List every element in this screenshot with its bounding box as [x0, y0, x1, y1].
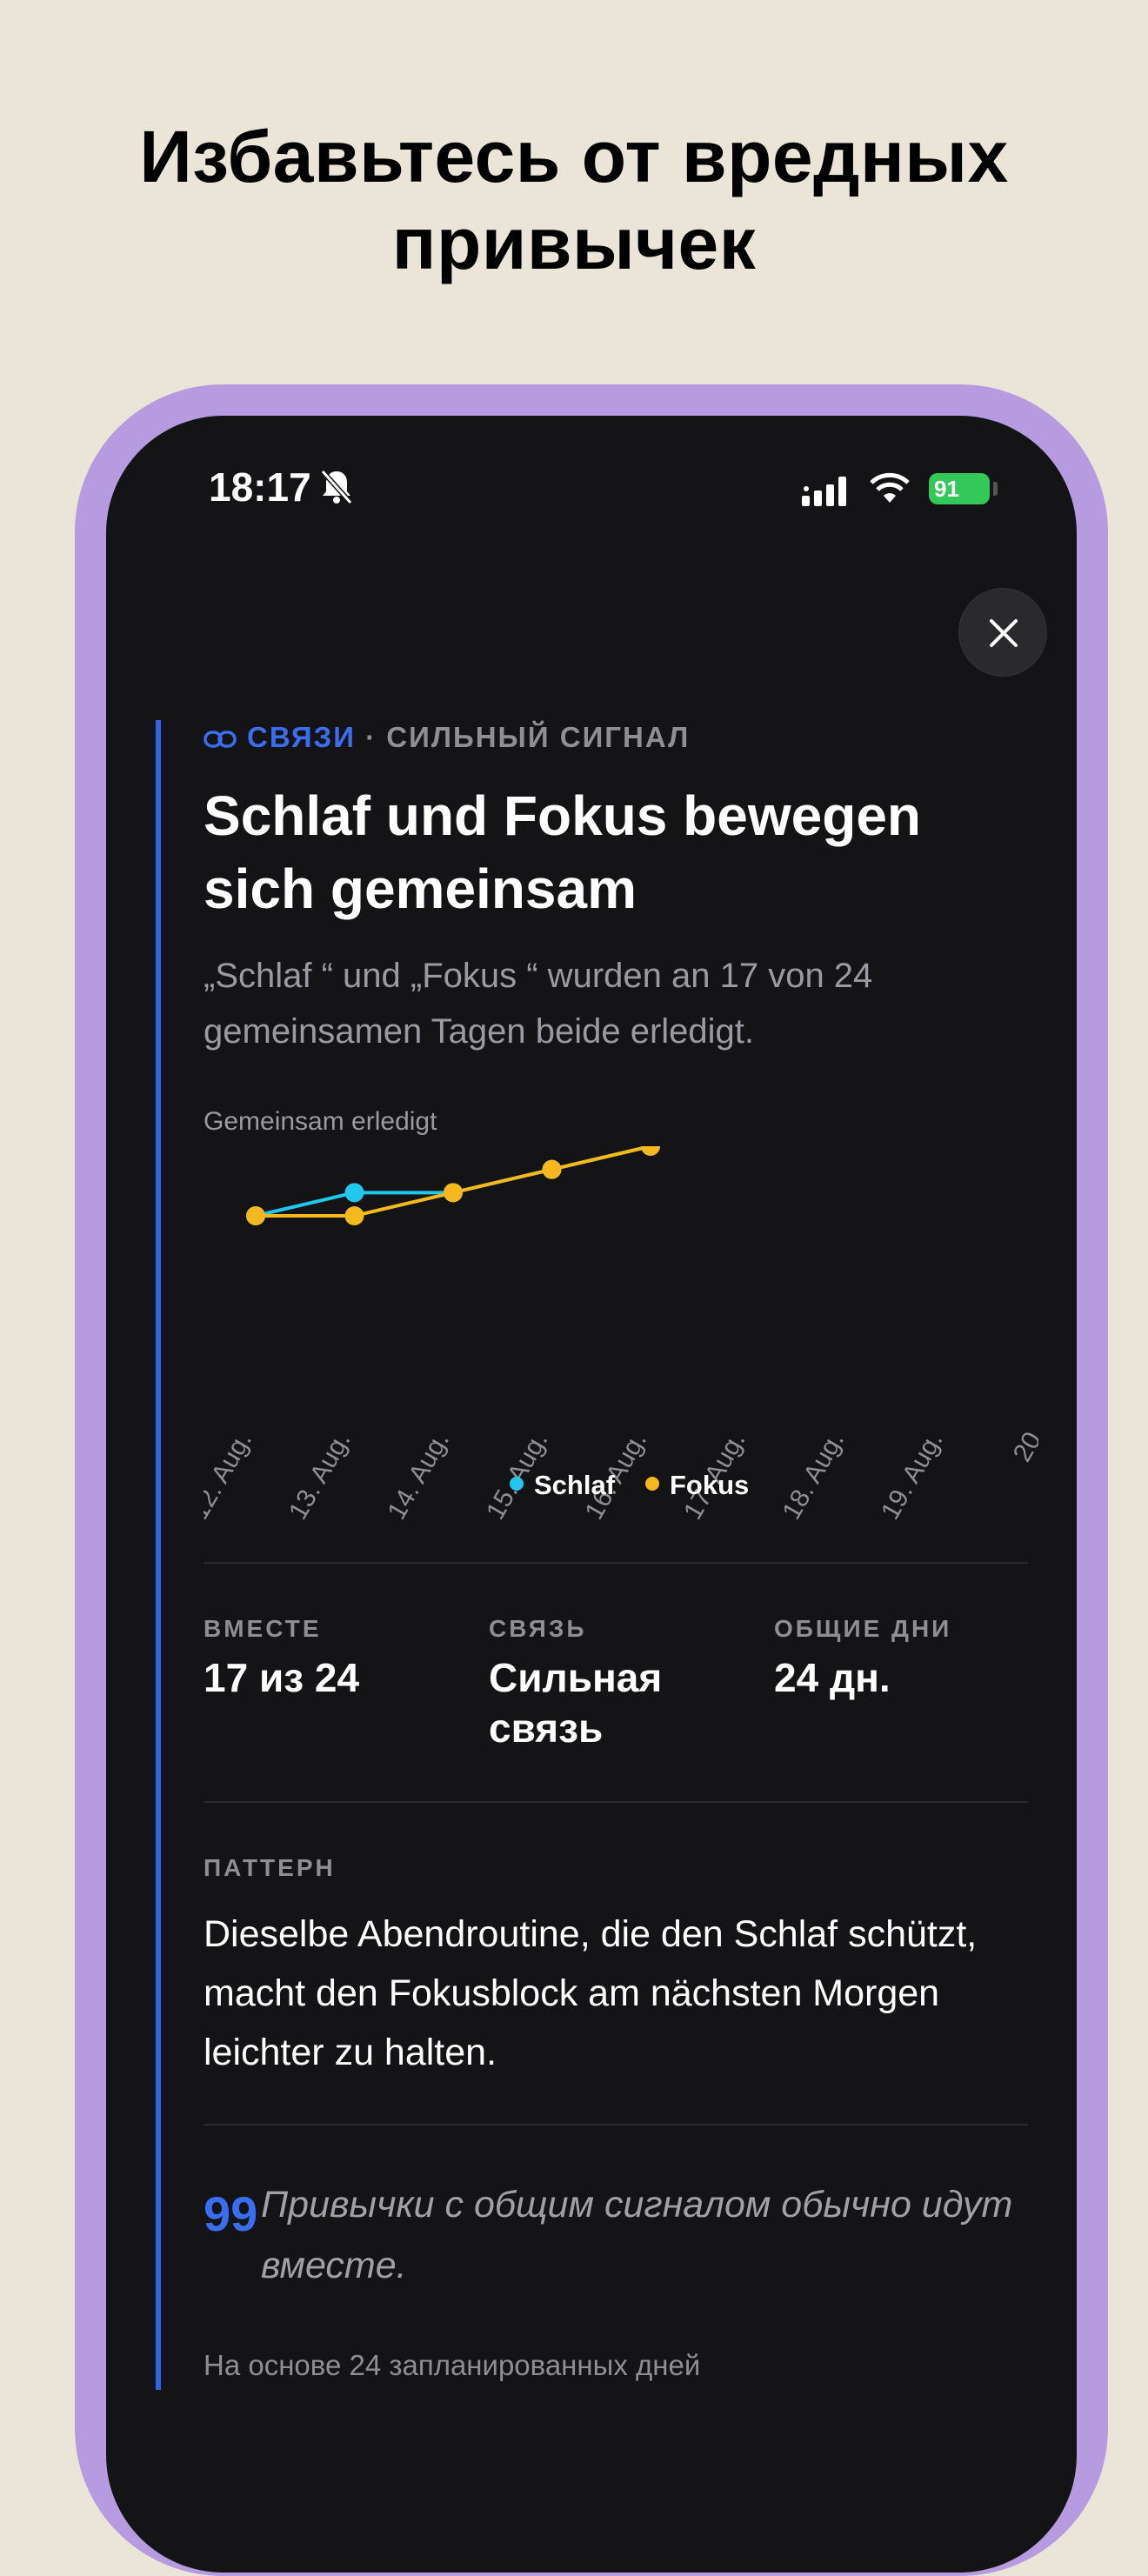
phone-screen: 18:17 91 СВЯЗИ · СИЛЬНЫЙ СИГНАЛ Schlaf u…: [106, 416, 1077, 2573]
signal-label: СИЛЬНЫЙ СИГНАЛ: [386, 721, 691, 753]
series-line-schlaf: [255, 1146, 658, 1218]
divider: [204, 1801, 1028, 1803]
stat-label: ОБЩИЕ ДНИ: [774, 1615, 952, 1642]
footnote: На основе 24 запланированных дней: [204, 2349, 701, 2381]
stat-value: 17 из 24: [204, 1655, 360, 1700]
stat-shared-days: ОБЩИЕ ДНИ 24 дн.: [774, 1614, 1052, 1703]
quote-text: Привычки с общим сигналом обычно идут вм…: [261, 2184, 1013, 2286]
data-point-fokus[interactable]: [246, 1206, 265, 1225]
data-point-fokus[interactable]: [344, 1206, 364, 1225]
x-tick-label: 19. Aug.: [876, 1427, 949, 1525]
cellular-signal-icon: [802, 477, 846, 506]
x-tick-label: 13. Aug.: [284, 1427, 357, 1525]
wifi-icon: [870, 472, 910, 503]
data-point-fokus[interactable]: [542, 1159, 562, 1179]
stat-together: ВМЕСТЕ 17 из 24: [204, 1614, 482, 1703]
pattern-label: ПАТТЕРН: [204, 1854, 336, 1881]
tag-row: СВЯЗИ · СИЛЬНЫЙ СИГНАЛ: [204, 720, 690, 755]
x-tick-label: 14. Aug.: [382, 1427, 455, 1525]
close-button[interactable]: [958, 588, 1047, 677]
battery-tip: [993, 482, 998, 496]
tag-label: СВЯЗИ: [247, 721, 356, 753]
series-line-fokus: [256, 1146, 658, 1218]
quote-icon: 99: [204, 2186, 258, 2241]
stat-value: Сильная связь: [489, 1655, 663, 1751]
data-point-fokus[interactable]: [641, 1146, 660, 1156]
card-subtitle: „Schlaf “ und „Fokus “ wurden an 17 von …: [204, 957, 873, 1051]
headline-line-1: Избавьтесь от вредных: [139, 116, 1009, 197]
data-point-schlaf[interactable]: [344, 1183, 364, 1203]
headline: Избавьтесь от вредных привычек: [0, 113, 1148, 287]
legend-label: Fokus: [670, 1470, 749, 1500]
divider: [204, 2124, 1028, 2126]
close-icon: [990, 619, 1018, 647]
chart-label: Gemeinsam erledigt: [204, 1107, 437, 1136]
x-tick-label: 12. Aug.: [204, 1427, 257, 1525]
stat-label: СВЯЗЬ: [489, 1615, 587, 1642]
data-point-fokus[interactable]: [444, 1183, 463, 1203]
legend-label: Schlaf: [534, 1470, 616, 1500]
pattern-text: Dieselbe Abendroutine, die den Schlaf sc…: [204, 1913, 978, 2073]
divider: [204, 1562, 1028, 1564]
stat-label: ВМЕСТЕ: [204, 1615, 322, 1642]
link-icon: [204, 731, 237, 749]
card-title: Schlaf und Fokus bewegen sich gemeinsam: [204, 784, 921, 920]
headline-line-2: привычек: [391, 203, 757, 284]
accent-bar: [156, 720, 161, 2390]
legend-marker: [510, 1477, 524, 1491]
bell-muted-icon: [320, 470, 353, 504]
legend-marker: [645, 1477, 659, 1491]
tag-separator: ·: [365, 721, 377, 753]
stat-connection: СВЯЗЬ Сильная связь: [489, 1614, 715, 1753]
x-tick-label: 20: [1008, 1427, 1038, 1466]
x-tick-label: 18. Aug.: [777, 1427, 850, 1525]
stat-value: 24 дн.: [774, 1655, 891, 1700]
line-chart: 12. Aug. 13. Aug. 14. Aug. 15. Aug. 16. Aug.…: [204, 1146, 1038, 1525]
status-time: 18:17: [209, 464, 311, 510]
battery-indicator: 91: [929, 473, 990, 504]
